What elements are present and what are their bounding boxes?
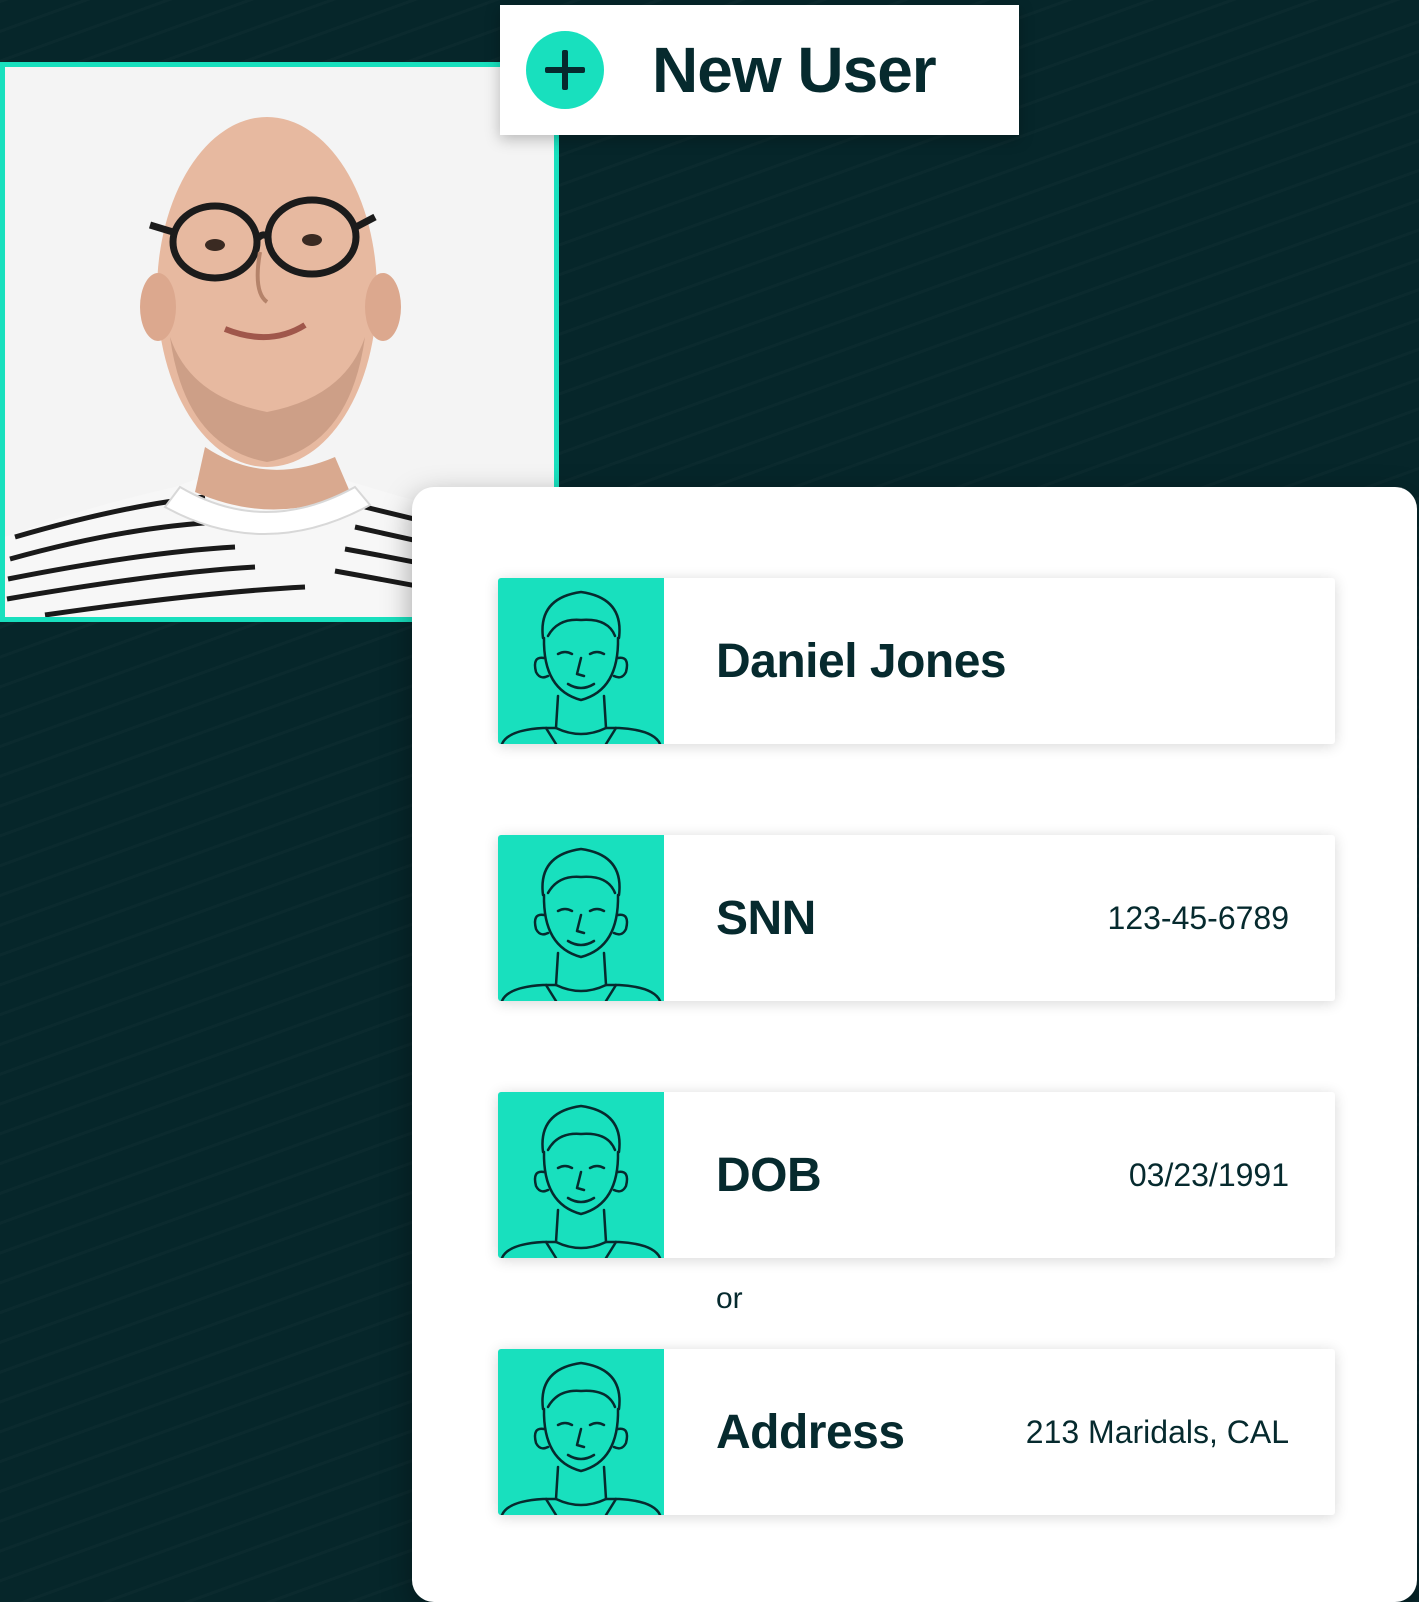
field-row-address[interactable]: Address 213 Maridals, CAL bbox=[498, 1349, 1335, 1515]
user-form-card: Daniel Jones SNN 123-45-6789 DOB 03/23/1… bbox=[412, 487, 1417, 1602]
ssn-value: 123-45-6789 bbox=[1107, 899, 1289, 936]
ssn-label: SNN bbox=[716, 891, 816, 945]
field-row-ssn[interactable]: SNN 123-45-6789 bbox=[498, 835, 1335, 1001]
avatar-icon bbox=[498, 578, 664, 744]
new-user-label: New User bbox=[652, 34, 937, 106]
field-body: Address 213 Maridals, CAL bbox=[664, 1349, 1335, 1515]
avatar-icon bbox=[498, 835, 664, 1001]
plus-icon bbox=[526, 31, 604, 109]
new-user-button[interactable]: New User bbox=[500, 5, 1019, 135]
field-row-dob[interactable]: DOB 03/23/1991 bbox=[498, 1092, 1335, 1258]
dob-label: DOB bbox=[716, 1148, 822, 1202]
field-body: DOB 03/23/1991 bbox=[664, 1092, 1335, 1258]
address-value: 213 Maridals, CAL bbox=[1025, 1413, 1289, 1450]
avatar-icon bbox=[498, 1349, 664, 1515]
address-label: Address bbox=[716, 1405, 905, 1459]
full-name-text: Daniel Jones bbox=[716, 634, 1007, 688]
or-separator: or bbox=[716, 1282, 743, 1315]
field-body: SNN 123-45-6789 bbox=[664, 835, 1335, 1001]
field-row-name[interactable]: Daniel Jones bbox=[498, 578, 1335, 744]
field-body: Daniel Jones bbox=[664, 578, 1335, 744]
dob-value: 03/23/1991 bbox=[1128, 1156, 1289, 1193]
avatar-icon bbox=[498, 1092, 664, 1258]
